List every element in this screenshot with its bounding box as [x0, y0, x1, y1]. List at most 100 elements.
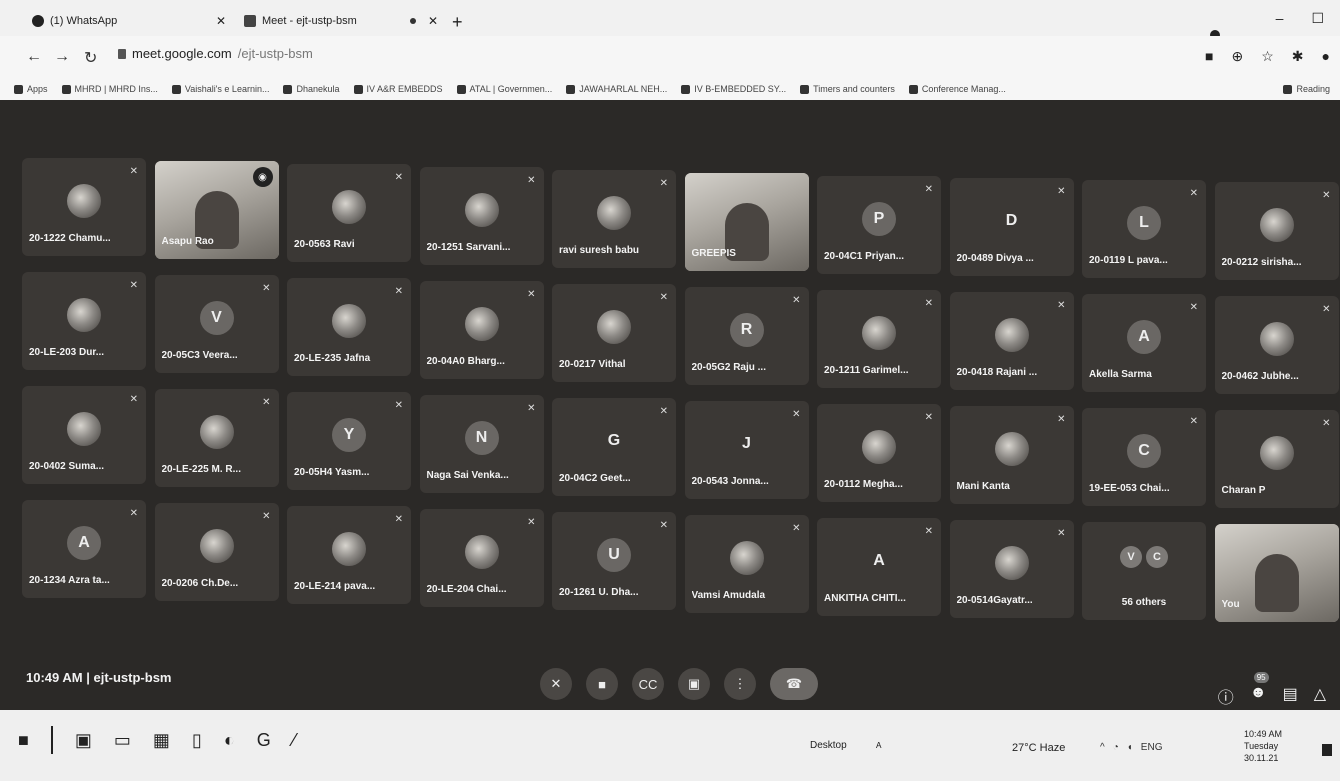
tab-whatsapp[interactable]: (1) WhatsApp ✕ — [24, 8, 234, 34]
participant-tile[interactable]: ✕ 20-1222 Chamu... — [22, 158, 146, 256]
close-tab-icon[interactable]: ✕ — [428, 14, 438, 28]
notification-icon[interactable] — [1322, 744, 1332, 756]
bookmark[interactable]: Dhanekula — [283, 84, 340, 94]
participant-tile[interactable]: A ✕ Akella Sarma — [1082, 294, 1206, 392]
participant-tile[interactable]: V ✕ 20-05C3 Veera... — [154, 275, 279, 373]
weather-widget[interactable]: 27°C Haze — [1012, 742, 1065, 754]
camera-icon[interactable]: ■ — [1205, 48, 1213, 65]
participant-tile[interactable]: N ✕ Naga Sai Venka... — [419, 395, 544, 493]
participant-tile[interactable]: ✕ 20-04A0 Bharg... — [419, 281, 544, 379]
chrome-icon[interactable]: ◐ — [224, 730, 235, 751]
participant-tile[interactable]: ✕ 20-0206 Ch.De... — [154, 503, 279, 601]
participant-tile[interactable]: A ✕ 20-1234 Azra ta... — [22, 500, 146, 598]
captions-icon[interactable]: CC — [632, 668, 664, 700]
participant-tile[interactable]: R ✕ 20-05G2 Raju ... — [684, 287, 809, 385]
hang-up-button[interactable]: ☎ — [770, 668, 818, 700]
tab-meet[interactable]: Meet - ejt-ustp-bsm ✕ — [236, 8, 446, 34]
bookmark[interactable]: Conference Manag... — [908, 84, 1006, 94]
zoom-icon[interactable]: ⊕ — [1232, 48, 1244, 65]
clock[interactable]: 10:49 AM Tuesday 30.11.21 — [1244, 728, 1282, 764]
participant-tile[interactable]: P ✕ 20-04C1 Priyan... — [817, 176, 941, 274]
participant-name: 20-LE-235 Jafna — [294, 353, 371, 364]
mic-muted-icon: ✕ — [394, 286, 403, 297]
network-icon[interactable]: ◔ — [1113, 742, 1119, 753]
avatar — [464, 193, 499, 227]
participant-tile[interactable]: ✕ 20-0563 Ravi — [287, 164, 411, 262]
participant-tile[interactable]: ✕ Charan P — [1214, 410, 1339, 508]
back-icon[interactable]: ← — [26, 48, 42, 66]
task-view-icon[interactable]: ▣ — [75, 730, 92, 751]
participant-tile[interactable]: ✕ 20-0112 Megha... — [817, 404, 941, 502]
participant-tile[interactable]: D ✕ 20-0489 Divya ... — [949, 178, 1074, 276]
google-icon[interactable]: G — [257, 730, 271, 751]
participant-tile[interactable]: V C 56 others — [1082, 522, 1206, 620]
camera-toggle-icon[interactable]: ■ — [586, 668, 618, 700]
tray-chevron-icon[interactable]: ^ — [1100, 742, 1105, 753]
participant-tile[interactable]: ◉ Asapu Rao — [154, 161, 279, 259]
participant-tile[interactable]: ✕ 20-LE-235 Jafna — [287, 278, 411, 376]
participant-tile[interactable]: Y ✕ 20-05H4 Yasm... — [287, 392, 411, 490]
participant-tile[interactable]: ✕ 20-LE-204 Chai... — [419, 509, 544, 607]
participant-tile[interactable]: ✕ 20-LE-214 pava... — [287, 506, 411, 604]
chat-icon[interactable]: ▤ — [1283, 684, 1298, 708]
participant-tile[interactable]: ✕ ravi suresh babu — [552, 170, 676, 268]
participant-tile[interactable]: ✕ 20-1211 Garimel... — [817, 290, 941, 388]
participant-tile[interactable]: ✕ 20-0514Gayatr... — [949, 520, 1074, 618]
participant-tile[interactable]: ✕ 20-LE-225 M. R... — [154, 389, 279, 487]
reading-list[interactable]: Reading — [1283, 84, 1330, 94]
new-tab-button[interactable]: + — [452, 12, 463, 33]
bookmark[interactable]: Timers and counters — [800, 84, 895, 94]
bookmark[interactable]: IV A&R EMBEDDS — [353, 84, 443, 94]
reload-icon[interactable]: ↻ — [84, 48, 97, 68]
info-icon[interactable]: ⓘ — [1218, 684, 1234, 708]
bookmark[interactable]: MHRD | MHRD Ins... — [61, 84, 158, 94]
volume-icon[interactable]: ◖ — [1127, 742, 1133, 753]
close-tab-icon[interactable]: ✕ — [216, 14, 226, 28]
more-options-icon[interactable]: ⋮ — [724, 668, 756, 700]
maximize-icon[interactable]: ☐ — [1311, 10, 1324, 27]
participant-tile[interactable]: ✕ 20-0462 Jubhe... — [1214, 296, 1339, 394]
participant-tile[interactable]: ✕ 20-1251 Sarvani... — [419, 167, 544, 265]
participant-tile[interactable]: ✕ 20-0418 Rajani ... — [949, 292, 1074, 390]
minimize-icon[interactable]: – — [1276, 10, 1284, 27]
participant-tile[interactable]: C ✕ 19-EE-053 Chai... — [1082, 408, 1206, 506]
activities-icon[interactable]: △ — [1314, 684, 1326, 708]
bookmark[interactable]: Vaishali's e Learnin... — [171, 84, 269, 94]
participant-tile[interactable]: ✕ 20-0402 Suma... — [22, 386, 146, 484]
pen-icon[interactable]: ⁄ — [293, 730, 296, 751]
forward-icon[interactable]: → — [54, 48, 70, 66]
mic-off-icon[interactable]: ✕ — [540, 668, 572, 700]
participant-tile[interactable]: ✕ 20-LE-203 Dur... — [22, 272, 146, 370]
avatar — [1259, 208, 1294, 242]
participant-tile[interactable]: GREEPIS — [684, 173, 809, 271]
bookmark[interactable]: IV B-EMBEDDED SY... — [681, 84, 786, 94]
participant-tile[interactable]: ✕ Vamsi Amudala — [684, 515, 809, 613]
participant-tile[interactable]: G ✕ 20-04C2 Geet... — [552, 398, 676, 496]
address-bar[interactable]: meet.google.com/ejt-ustp-bsm — [118, 46, 313, 61]
desktop-toolbar[interactable]: Desktop — [810, 740, 847, 751]
people-taskbar-icon[interactable]: ᴬ — [876, 740, 881, 754]
file-explorer-icon[interactable]: ▭ — [114, 730, 131, 751]
language-indicator[interactable]: ENG — [1141, 742, 1163, 753]
bookmark[interactable]: JAWAHARLAL NEH... — [566, 84, 667, 94]
avatar — [67, 298, 101, 332]
start-icon[interactable]: ■ — [18, 730, 29, 751]
participant-tile[interactable]: L ✕ 20-0119 L pava... — [1082, 180, 1206, 278]
address-bar-actions: ■ ⊕ ☆ ✱ ● — [1205, 48, 1330, 65]
bookmark[interactable]: ATAL | Governmen... — [456, 84, 552, 94]
participant-tile[interactable]: ✕ 20-0217 Vithal — [552, 284, 676, 382]
bookmark-apps[interactable]: Apps — [14, 84, 48, 94]
participant-tile[interactable]: U ✕ 20-1261 U. Dha... — [552, 512, 676, 610]
folder-icon[interactable]: ▯ — [192, 730, 202, 751]
extensions-icon[interactable]: ✱ — [1292, 48, 1304, 65]
profile-icon[interactable]: ● — [1322, 48, 1330, 65]
present-icon[interactable]: ▣ — [678, 668, 710, 700]
star-icon[interactable]: ☆ — [1261, 48, 1274, 65]
participant-tile[interactable]: ✕ 20-0212 sirisha... — [1214, 182, 1339, 280]
people-icon[interactable]: ☻ 95 — [1250, 672, 1269, 708]
participant-tile[interactable]: J ✕ 20-0543 Jonna... — [684, 401, 809, 499]
participant-tile[interactable]: A ✕ ANKITHA CHITI... — [817, 518, 941, 616]
participant-tile[interactable]: You — [1214, 524, 1339, 622]
store-icon[interactable]: ▦ — [153, 730, 170, 751]
participant-tile[interactable]: ✕ Mani Kanta — [949, 406, 1074, 504]
